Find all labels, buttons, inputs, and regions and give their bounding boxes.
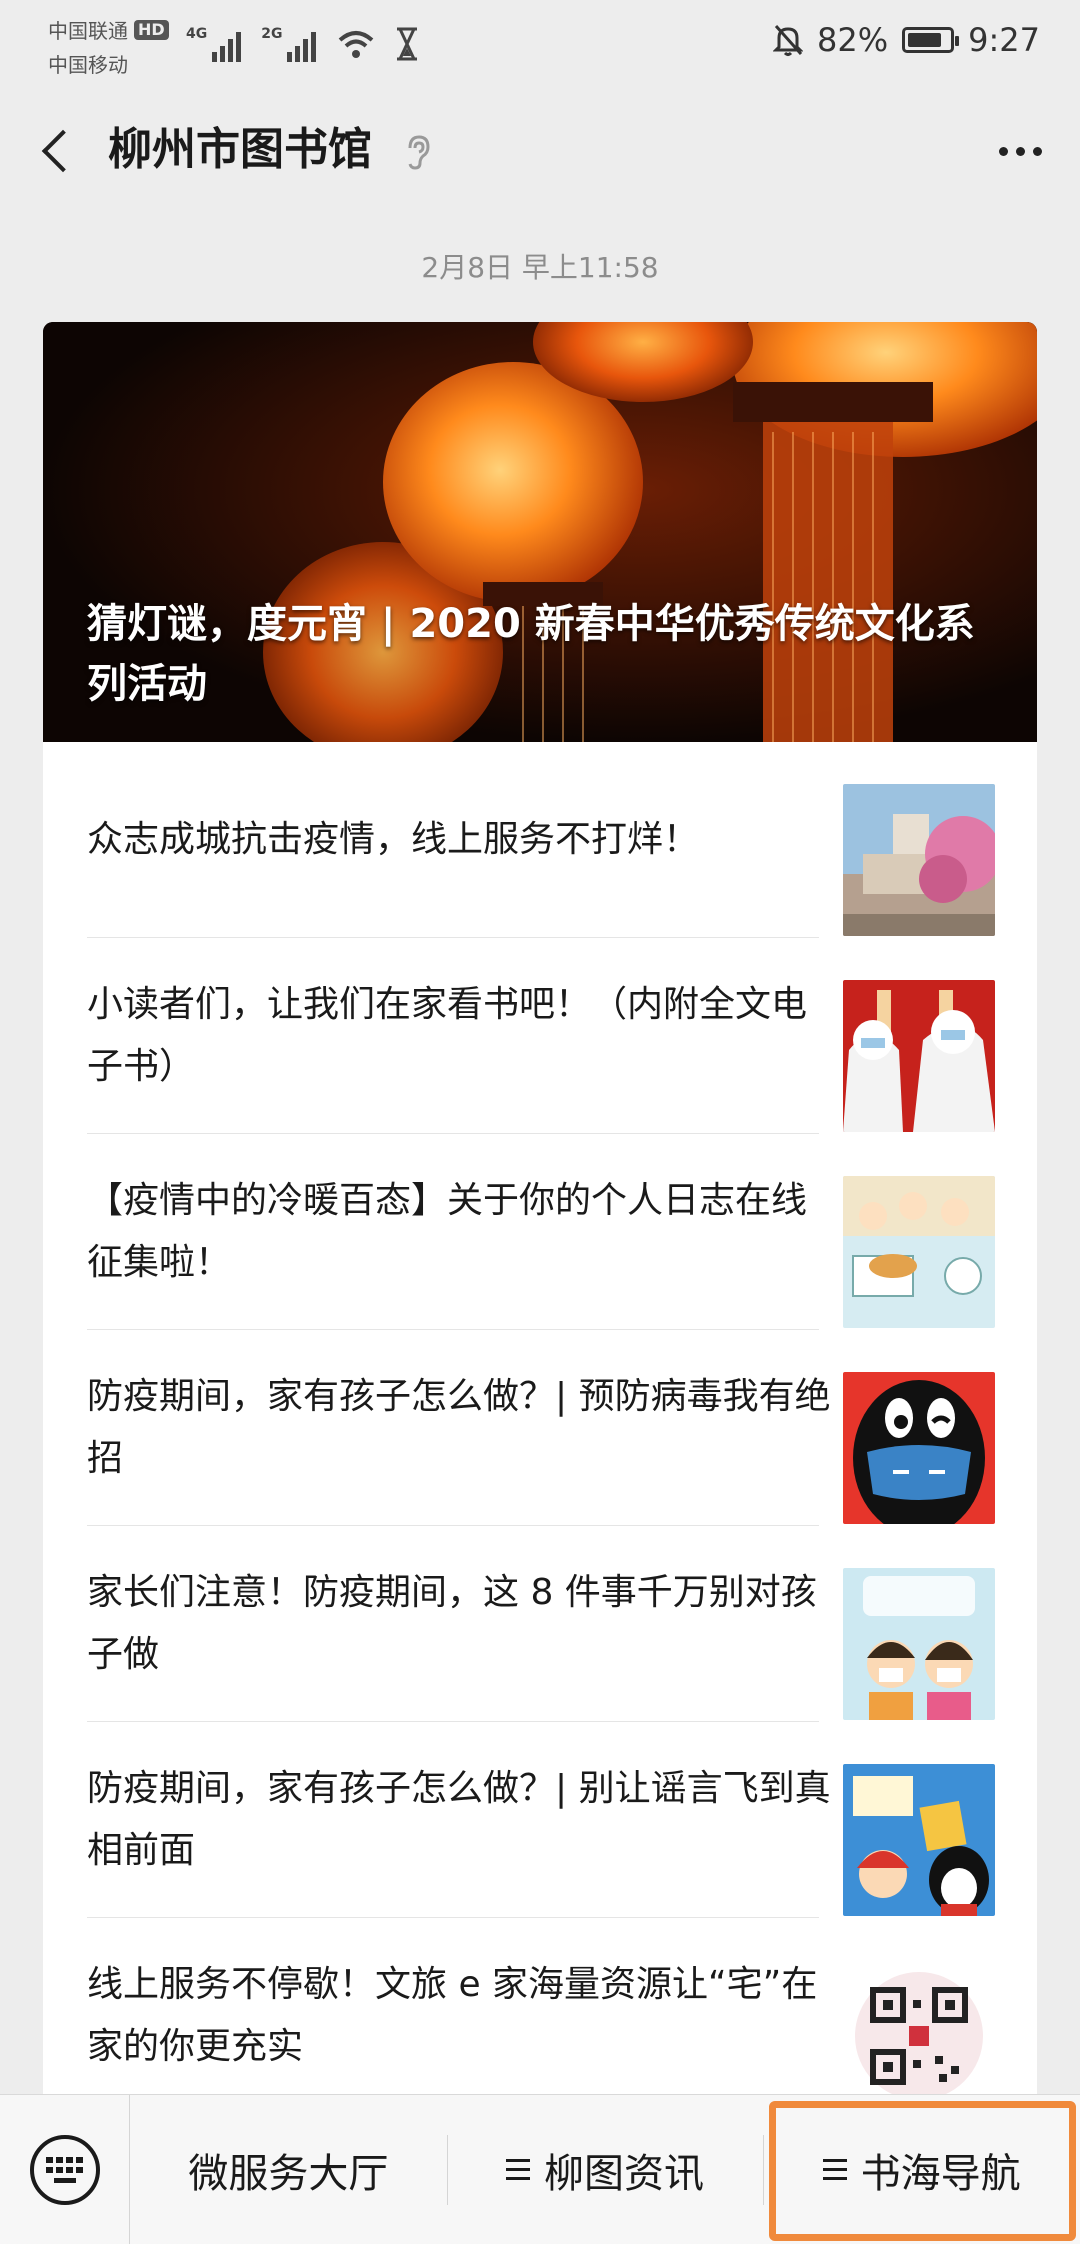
- article-title: 家长们注意！防疫期间，这 8 件事千万别对孩子做: [87, 1572, 817, 1675]
- cover-title: 猜灯谜，度元宵 | 2020 新春中华优秀传统文化系列活动: [87, 601, 975, 707]
- signal-icon: 2G: [261, 26, 317, 62]
- article-card: 猜灯谜，度元宵 | 2020 新春中华优秀传统文化系列活动 众志成城抗击疫情，线…: [43, 322, 1037, 2222]
- menu-label: 柳图资讯: [544, 2150, 704, 2197]
- battery-icon: [902, 27, 960, 53]
- list-item[interactable]: 小读者们，让我们在家看书吧！（内附全文电子书）: [43, 938, 1037, 1134]
- penguin-rumor-thumbnail: [843, 1764, 995, 1916]
- children-masks-thumbnail: [843, 1568, 995, 1720]
- mute-bell-icon: [773, 25, 804, 56]
- ear-icon[interactable]: [398, 132, 438, 172]
- menu-label: 微服务大厅: [188, 2150, 389, 2197]
- clock: 9:27: [968, 21, 1040, 59]
- keyboard-icon[interactable]: [0, 2094, 130, 2244]
- more-dots-icon[interactable]: [990, 124, 1050, 178]
- status-right: 82% 9:27: [773, 18, 1040, 62]
- submenu-icon: [506, 2158, 530, 2181]
- bottom-menu-bar: 微服务大厅 柳图资讯 书海导航: [0, 2094, 1080, 2244]
- menu-label: 书海导航: [860, 2150, 1021, 2197]
- menu-book-navigation[interactable]: 书海导航: [763, 2095, 1080, 2244]
- carrier-1: 中国联通: [48, 19, 128, 43]
- article-title: 众志成城抗击疫情，线上服务不打烊！: [87, 819, 700, 860]
- submenu-icon: [822, 2158, 847, 2181]
- medical-workers-thumbnail: [843, 980, 995, 1132]
- article-title: 线上服务不停歇！文旅 e 家海量资源让“宅”在家的你更充实: [87, 1964, 818, 2067]
- signal-icon: 4G: [186, 26, 242, 62]
- menu-library-news[interactable]: 柳图资讯: [446, 2095, 764, 2244]
- hd-badge: HD: [134, 20, 169, 40]
- article-title: 防疫期间，家有孩子怎么做？| 预防病毒我有绝招: [87, 1376, 831, 1479]
- carrier-info: 中国联通 HD 中国移动: [48, 14, 169, 82]
- list-item[interactable]: 【疫情中的冷暖百态】关于你的个人日志在线征集啦！: [43, 1134, 1037, 1330]
- article-title: 防疫期间，家有孩子怎么做？| 别让谣言飞到真相前面: [87, 1768, 831, 1871]
- status-bar: 中国联通 HD 中国移动 4G 2G 82% 9:27: [0, 0, 1080, 110]
- illustration-crowd-thumbnail: [843, 1176, 995, 1328]
- carrier-2: 中国移动: [48, 53, 128, 77]
- menu-micro-service-hall[interactable]: 微服务大厅: [130, 2095, 447, 2244]
- article-list: 众志成城抗击疫情，线上服务不打烊！ 小读者们，让我们在家看书吧！（内附全文电子书…: [43, 742, 1037, 2114]
- message-timestamp: 2月8日 早上11:58: [421, 251, 659, 284]
- cover-article[interactable]: 猜灯谜，度元宵 | 2020 新春中华优秀传统文化系列活动: [43, 322, 1037, 742]
- article-title: 【疫情中的冷暖百态】关于你的个人日志在线征集啦！: [87, 1180, 808, 1283]
- wifi-icon: [339, 31, 374, 58]
- page-title: 柳州市图书馆: [108, 124, 372, 175]
- hourglass-icon: [397, 27, 418, 61]
- back-arrow-icon[interactable]: [30, 122, 86, 178]
- library-building-thumbnail: [843, 784, 995, 936]
- battery-percent: 82%: [817, 21, 889, 59]
- qr-code-thumbnail: [843, 1960, 995, 2112]
- qq-penguin-mask-thumbnail: [843, 1372, 995, 1524]
- list-item[interactable]: 防疫期间，家有孩子怎么做？| 别让谣言飞到真相前面: [43, 1722, 1037, 1918]
- list-item[interactable]: 防疫期间，家有孩子怎么做？| 预防病毒我有绝招: [43, 1330, 1037, 1526]
- list-item[interactable]: 众志成城抗击疫情，线上服务不打烊！: [43, 742, 1037, 938]
- chat-header: 柳州市图书馆: [0, 110, 1080, 190]
- article-title: 小读者们，让我们在家看书吧！（内附全文电子书）: [87, 984, 808, 1087]
- wechat-official-account-page: 中国联通 HD 中国移动 4G 2G 82% 9:27 柳州市图书馆 2月8日 …: [0, 0, 1080, 2244]
- list-item[interactable]: 线上服务不停歇！文旅 e 家海量资源让“宅”在家的你更充实: [43, 1918, 1037, 2114]
- network-icons: 4G 2G: [186, 18, 422, 62]
- list-item[interactable]: 家长们注意！防疫期间，这 8 件事千万别对孩子做: [43, 1526, 1037, 1722]
